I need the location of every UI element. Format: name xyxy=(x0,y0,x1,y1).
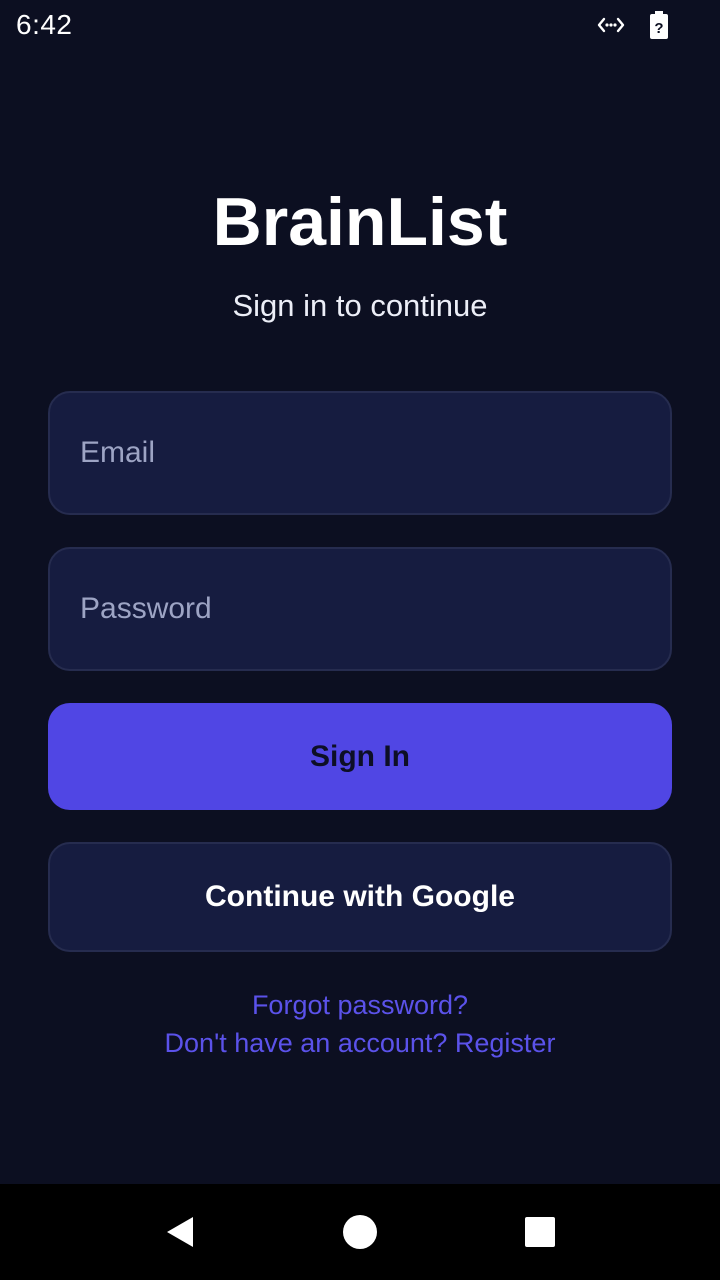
forgot-password-link[interactable]: Forgot password? xyxy=(0,987,720,1023)
home-icon xyxy=(343,1215,377,1249)
app-subtitle: Sign in to continue xyxy=(232,288,488,323)
battery-glyph: ? xyxy=(654,20,663,37)
status-icons: ? xyxy=(596,10,668,40)
password-field[interactable] xyxy=(48,547,672,671)
nav-back-button[interactable] xyxy=(132,1184,228,1280)
sign-in-button[interactable]: Sign In xyxy=(48,703,672,810)
battery-unknown-icon: ? xyxy=(650,11,668,39)
navigation-bar xyxy=(0,1184,720,1280)
status-time: 6:42 xyxy=(16,9,73,40)
back-icon xyxy=(167,1217,193,1247)
register-link[interactable]: Don't have an account? Register xyxy=(0,1025,720,1061)
app-title: BrainList xyxy=(212,184,508,260)
status-bar: 6:42 ? xyxy=(0,0,720,50)
recents-icon xyxy=(525,1217,555,1247)
continue-with-google-button[interactable]: Continue with Google xyxy=(48,842,672,952)
nav-recents-button[interactable] xyxy=(492,1184,588,1280)
nav-home-button[interactable] xyxy=(312,1184,408,1280)
email-field[interactable] xyxy=(48,391,672,515)
data-transfer-icon xyxy=(597,17,625,33)
